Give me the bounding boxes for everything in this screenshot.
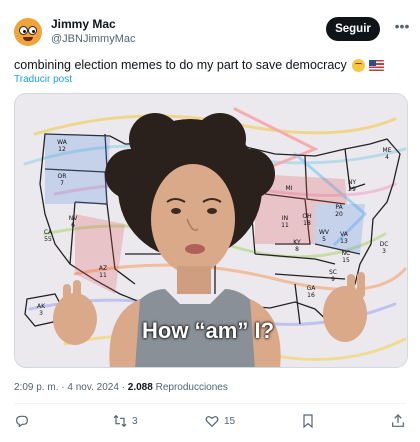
tweet-timestamp[interactable]: 2:09 p. m. · 4 nov. 2024 · (14, 382, 125, 393)
state-label: GA 16 (307, 285, 317, 299)
state-label: IN 11 (281, 215, 289, 229)
like-button[interactable]: 15 (204, 413, 235, 429)
reply-icon (16, 415, 28, 428)
translate-post-link[interactable]: Traducir post (14, 74, 72, 85)
salute-face-emoji-icon (351, 58, 365, 72)
state-label: NY 29 (348, 179, 356, 193)
more-horizontal-icon[interactable]: ••• (394, 19, 410, 36)
share-icon (392, 414, 404, 427)
state-label: VA 13 (340, 231, 349, 245)
views-count: 2.088 (127, 382, 153, 393)
author-display-name[interactable]: Jimmy Mac (51, 17, 136, 32)
tweet-header: Jimmy Mac @JBNJimmyMac Seguir ••• (14, 14, 410, 50)
like-count: 15 (224, 415, 236, 427)
tweet-body: combining election memes to do my part t… (14, 58, 347, 72)
tweet-meta: 2:09 p. m. · 4 nov. 2024 · 2.088 Reprodu… (14, 382, 228, 393)
avatar-eye-icon (19, 26, 28, 35)
state-label: PA 20 (335, 204, 343, 218)
state-label: CA 55 (44, 229, 53, 243)
retweet-count: 3 (132, 415, 138, 427)
avatar-mouth-icon (23, 37, 33, 41)
state-label: NC 15 (342, 250, 351, 264)
author-handle[interactable]: @JBNJimmyMac (51, 32, 136, 47)
author-names: Jimmy Mac @JBNJimmyMac (51, 17, 136, 47)
tweet-actions: 3 15 (14, 413, 406, 433)
bookmark-button[interactable] (300, 413, 320, 429)
share-button[interactable] (390, 413, 406, 429)
heart-icon (205, 416, 219, 428)
tweet-text: combining election memes to do my part t… (14, 58, 384, 72)
state-label: MI (286, 185, 293, 192)
divider (14, 403, 406, 404)
meme-caption: How “am” I? (142, 318, 275, 343)
avatar[interactable] (14, 18, 42, 46)
bookmark-icon (303, 414, 313, 429)
tweet-media-image[interactable]: WA12 OR7 NV6 CA55 AZ11 AK3 WI10 MI NY29 … (14, 93, 408, 368)
reply-button[interactable] (14, 413, 34, 429)
follow-button[interactable]: Seguir (326, 17, 380, 41)
state-label: AZ 11 (99, 265, 107, 279)
us-flag-emoji-icon (368, 59, 384, 71)
avatar-eye-icon (28, 26, 37, 35)
retweet-button[interactable]: 3 (112, 413, 138, 429)
state-label: OH 18 (302, 213, 311, 227)
views-label: Reproducciones (155, 382, 228, 393)
retweet-icon (113, 414, 127, 428)
